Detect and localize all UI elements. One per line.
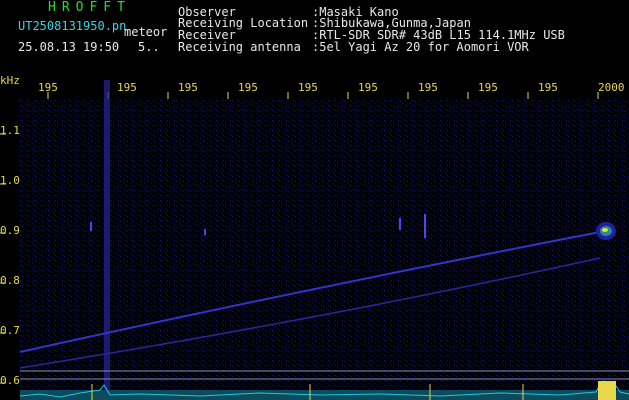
yellow-peak <box>598 381 616 400</box>
y-tick-label: 0.9 <box>0 224 20 237</box>
x-tick-label: 2000 <box>598 81 625 94</box>
x-tick-label: 195 <box>298 81 318 94</box>
y-tick-label: 1.0 <box>0 174 20 187</box>
x-tick-label: 195 <box>117 81 137 94</box>
y-tick-label: 0.6 <box>0 374 20 387</box>
x-tick-label: 195 <box>538 81 558 94</box>
y-tick-marks <box>0 133 6 384</box>
date-time: 25.08.13 19:50 <box>18 40 120 54</box>
file-name: UT2508131950.pn <box>18 19 127 33</box>
y-axis-unit: kHz <box>0 74 20 87</box>
y-tick-label: 0.7 <box>0 324 20 337</box>
x-tick-label: 195 <box>38 81 58 94</box>
field-value-antenna: :5el Yagi Az 20 for Aomori VOR <box>312 40 529 54</box>
x-tick-label: 195 <box>238 81 258 94</box>
y-tick-label: 0.8 <box>0 274 20 287</box>
noise-background <box>20 100 629 400</box>
x-tick-label: 195 <box>178 81 198 94</box>
y-tick-label: 1.1 <box>0 124 20 137</box>
x-tick-label: 195 <box>478 81 498 94</box>
x-tick-label: 195 <box>418 81 438 94</box>
program-title: HROFFT <box>48 0 131 15</box>
spectrogram-plot <box>0 80 629 400</box>
sample-rate: 5.. <box>138 40 160 54</box>
field-label-antenna: Receiving antenna <box>178 40 301 54</box>
mode-label: meteor <box>124 25 168 39</box>
x-tick-label: 195 <box>358 81 378 94</box>
echo-cluster <box>596 222 616 240</box>
interference-band <box>104 80 110 400</box>
